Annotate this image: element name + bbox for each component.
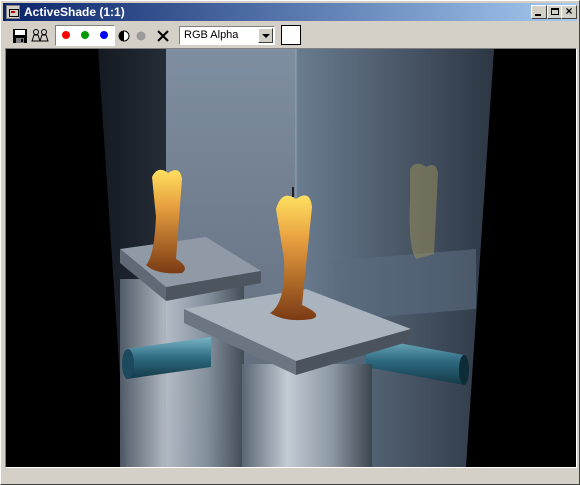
channel-select[interactable]: RGB Alpha	[179, 26, 275, 45]
floppy-disk-icon	[13, 29, 27, 43]
monochrome-button[interactable]	[133, 26, 149, 46]
render-viewport[interactable]	[5, 48, 577, 468]
toolbar: RGB Alpha	[3, 23, 577, 49]
clear-button[interactable]	[154, 26, 172, 46]
blue-dot-icon	[100, 31, 108, 39]
green-channel-button[interactable]	[76, 27, 94, 44]
window-title: ActiveShade (1:1)	[24, 5, 125, 19]
red-channel-button[interactable]	[57, 27, 75, 44]
activeshade-window: ActiveShade (1:1) × RGB Alpha	[0, 0, 580, 485]
chevron-down-icon[interactable]	[258, 28, 273, 43]
close-icon: ×	[565, 4, 573, 18]
display-alpha-button[interactable]	[116, 26, 132, 46]
blue-channel-button[interactable]	[95, 27, 113, 44]
x-icon	[157, 30, 169, 42]
save-image-button[interactable]	[11, 26, 29, 46]
title-bar[interactable]: ActiveShade (1:1) ×	[3, 3, 577, 21]
half-circle-icon	[118, 30, 130, 42]
channel-select-value: RGB Alpha	[184, 29, 239, 41]
clone-window-icon	[31, 29, 49, 42]
status-bar	[3, 470, 577, 482]
app-icon[interactable]	[6, 5, 20, 19]
clone-window-button[interactable]	[30, 26, 50, 46]
green-dot-icon	[81, 31, 89, 39]
rendered-scene	[6, 49, 576, 467]
gray-dot-icon	[136, 31, 146, 41]
minimize-button[interactable]	[531, 5, 547, 19]
channel-toggle-group	[55, 25, 115, 46]
minimize-icon	[535, 14, 541, 16]
red-dot-icon	[62, 31, 70, 39]
close-button[interactable]: ×	[561, 4, 577, 19]
color-swatch[interactable]	[281, 25, 301, 45]
maximize-icon	[551, 8, 559, 15]
